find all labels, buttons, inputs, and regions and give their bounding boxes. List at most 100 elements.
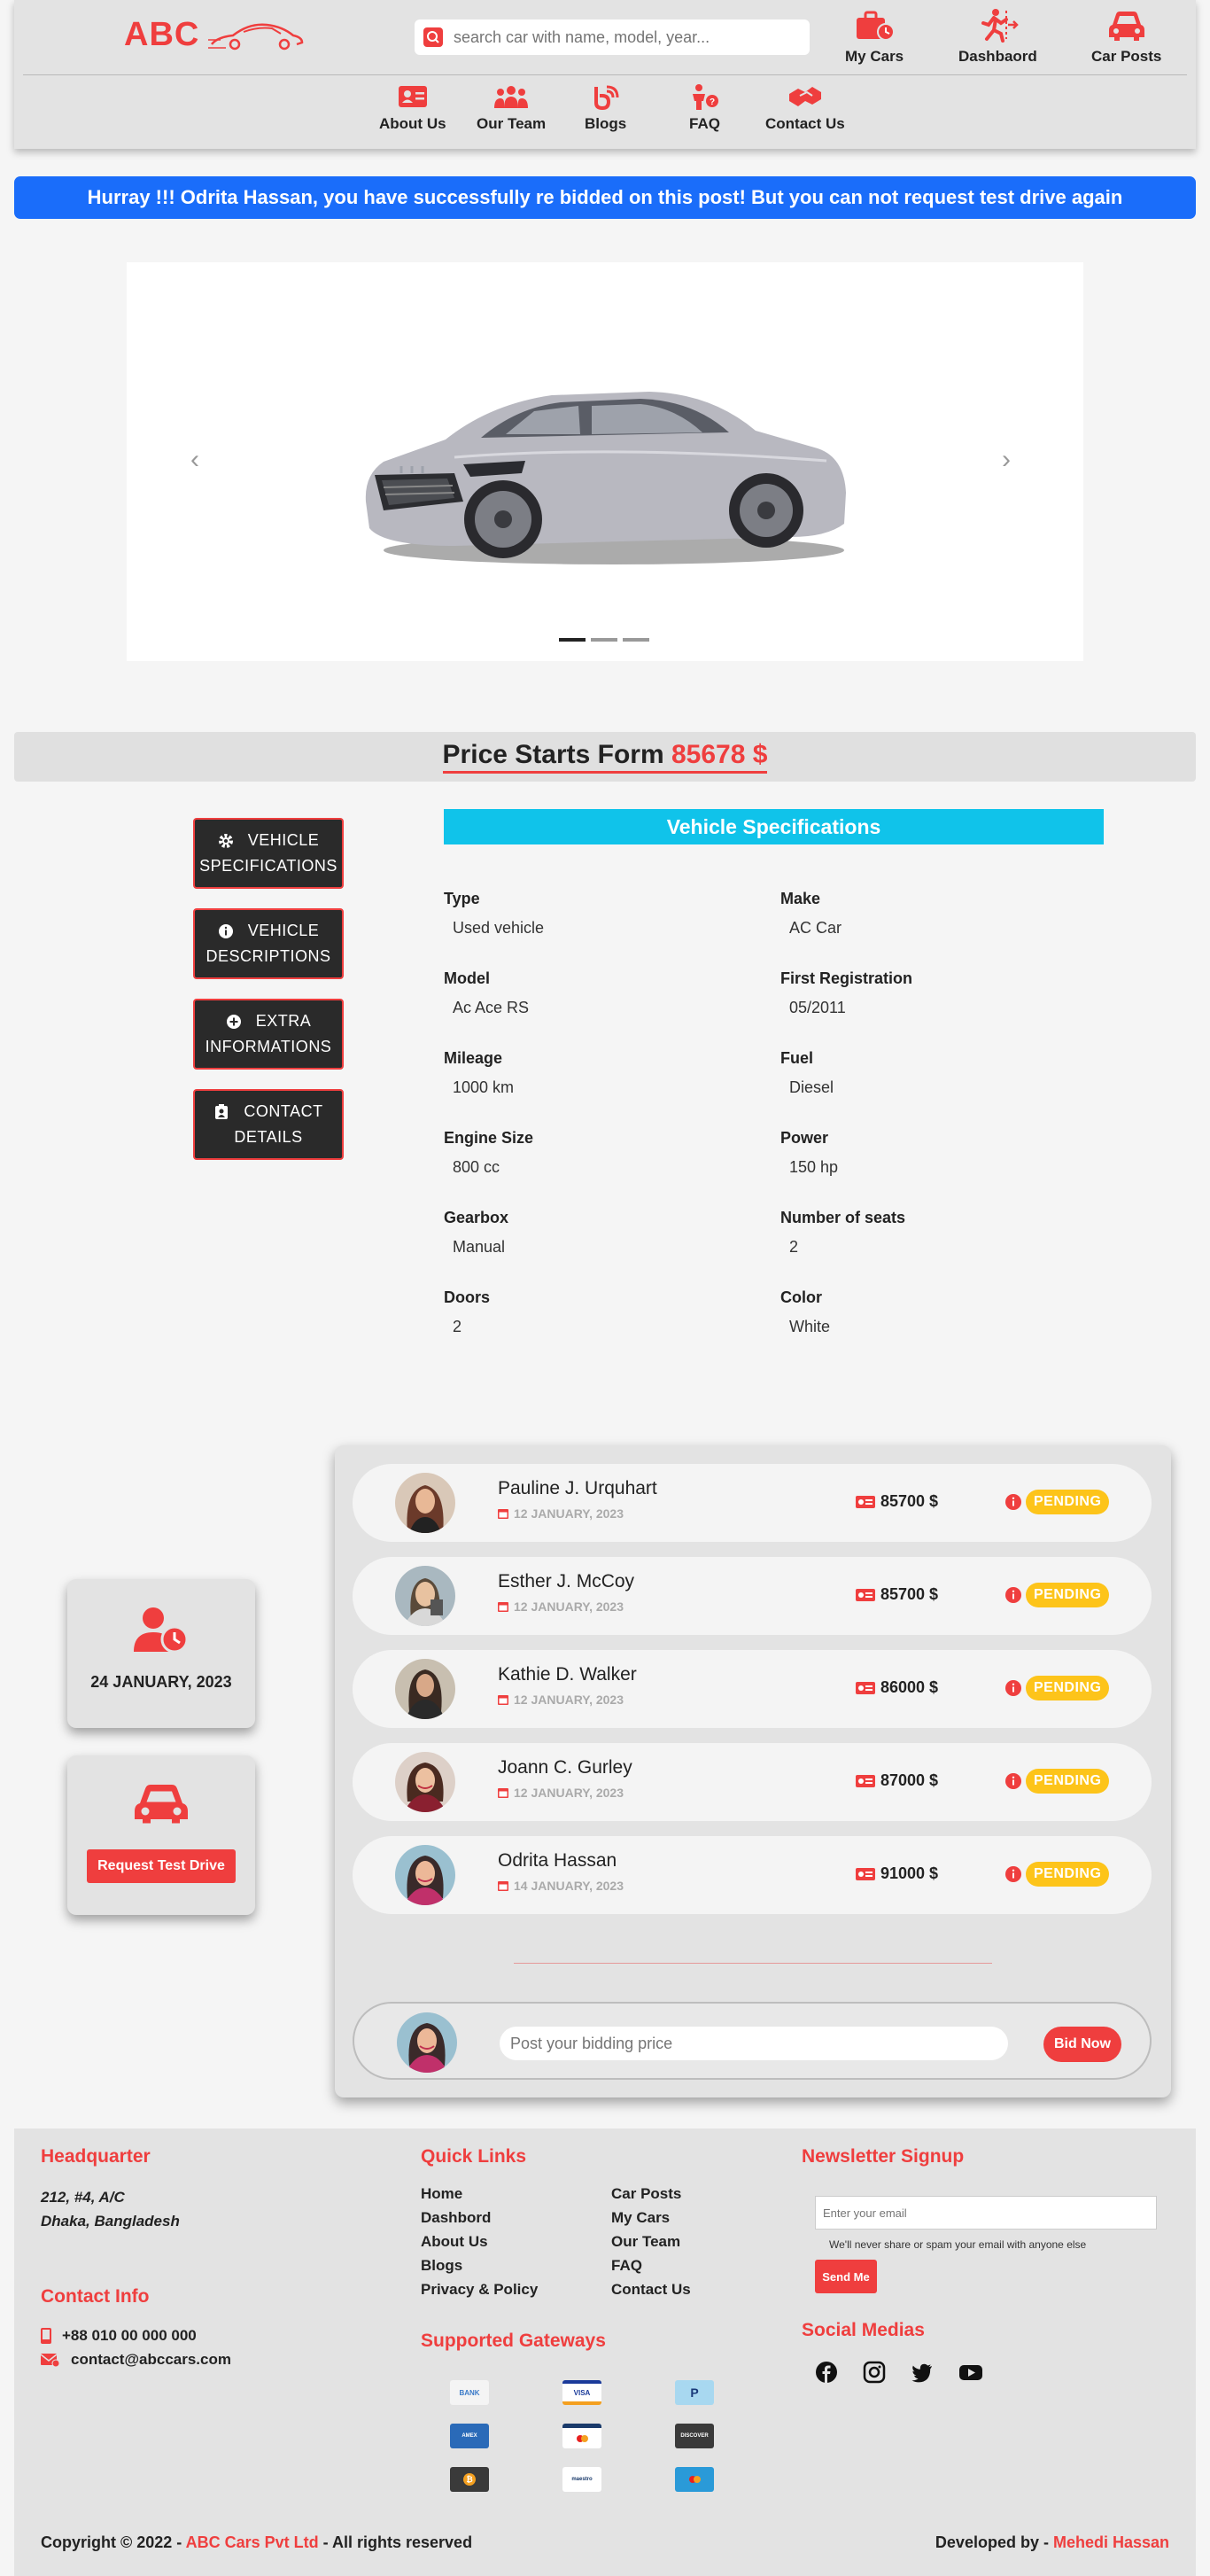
avatar <box>395 1845 455 1905</box>
spec-key: Type <box>444 890 480 907</box>
spec-key: Engine Size <box>444 1129 534 1147</box>
envelope-icon <box>41 2354 60 2367</box>
vehicle-specifications-button[interactable]: VEHICLE SPECIFICATIONS <box>193 818 344 889</box>
spec-button-line1: VEHICLE <box>247 831 320 850</box>
contact-phone-text: +88 010 00 000 000 <box>62 2327 197 2344</box>
extra-informations-button[interactable]: EXTRA INFORMATIONS <box>193 999 344 1070</box>
nav-faq[interactable]: ? FAQ <box>689 83 720 133</box>
spec-item: Mileage 1000 km <box>444 1049 763 1097</box>
spec-value: Manual <box>453 1238 506 1256</box>
carousel-indicator[interactable] <box>623 638 649 642</box>
spec-value: 800 cc <box>453 1158 500 1176</box>
footer-link-privacy-policy[interactable]: Privacy & Policy <box>421 2281 538 2299</box>
nav-contact-us[interactable]: Contact Us <box>765 83 845 133</box>
spec-value: Used vehicle <box>453 919 545 937</box>
avatar <box>395 1659 455 1719</box>
bid-amount-text: 86000 $ <box>880 1678 939 1696</box>
nav-blogs[interactable]: Blogs <box>585 83 626 133</box>
spec-value: White <box>789 1318 831 1335</box>
nav-car-posts[interactable]: Car Posts <box>1091 7 1161 66</box>
mastercard-gateway-icon <box>562 2424 601 2448</box>
info-icon[interactable] <box>1004 1865 1022 1883</box>
bid-price-input[interactable] <box>500 2027 1008 2060</box>
carousel-prev-button[interactable]: ‹ <box>190 445 199 475</box>
nav-about-us[interactable]: About Us <box>379 83 446 133</box>
bid-status: PENDING <box>1004 1862 1110 1887</box>
logo[interactable]: ABC <box>124 16 306 54</box>
bid-amount-text: 85700 $ <box>880 1585 939 1603</box>
bank-gateway-icon: BANK <box>450 2380 489 2405</box>
spec-item: Number of seats 2 <box>780 1209 1099 1257</box>
bid-now-button[interactable]: Bid Now <box>1043 2027 1121 2062</box>
send-me-button[interactable]: Send Me <box>815 2260 877 2293</box>
handshake-icon <box>787 83 823 110</box>
bidder-name: Joann C. Gurley <box>498 1757 632 1778</box>
bid-date: 14 JANUARY, 2023 <box>498 1879 624 1893</box>
footer-link-my-cars[interactable]: My Cars <box>611 2209 670 2227</box>
bid-date: 12 JANUARY, 2023 <box>498 1506 624 1521</box>
spec-button-line2: INFORMATIONS <box>205 1038 332 1055</box>
nav-our-team[interactable]: Our Team <box>477 83 546 133</box>
spec-item: First Registration 05/2011 <box>780 969 1099 1017</box>
paypal-gateway-icon: P <box>675 2380 714 2405</box>
copyright-prefix: Copyright © 2022 - <box>41 2533 186 2551</box>
vehicle-descriptions-button[interactable]: VEHICLE DESCRIPTIONS <box>193 908 344 979</box>
carousel-indicator[interactable] <box>591 638 617 642</box>
carousel-indicator[interactable] <box>559 638 586 642</box>
facebook-icon[interactable] <box>815 2361 838 2384</box>
site-footer: Headquarter 212, #4, A/C Dhaka, Banglade… <box>14 2129 1196 2576</box>
twitter-icon[interactable] <box>911 2361 934 2384</box>
price-bar: Price Starts Form 85678 $ <box>14 732 1196 782</box>
post-date-card: 24 JANUARY, 2023 <box>67 1579 255 1728</box>
card-gateway-icon <box>675 2467 714 2492</box>
company-link[interactable]: ABC Cars Pvt Ltd <box>186 2533 319 2551</box>
footer-link-contact-us[interactable]: Contact Us <box>611 2281 691 2299</box>
logo-car-icon <box>208 18 306 53</box>
avatar <box>395 1566 455 1626</box>
contact-details-button[interactable]: CONTACT DETAILS <box>193 1089 344 1160</box>
spec-key: Number of seats <box>780 1209 906 1226</box>
copyright: Copyright © 2022 - ABC Cars Pvt Ltd - Al… <box>41 2533 472 2552</box>
hq-address-line1: 212, #4, A/C <box>41 2189 125 2206</box>
search-input[interactable] <box>454 27 790 47</box>
car-icon <box>132 1782 190 1825</box>
plus-circle-icon <box>226 1014 242 1030</box>
spec-button-line2: SPECIFICATIONS <box>199 857 337 875</box>
price-heading: Price Starts Form 85678 $ <box>442 740 768 774</box>
bid-date: 12 JANUARY, 2023 <box>498 1786 624 1800</box>
spec-key: First Registration <box>780 969 913 987</box>
developer-credit: Developed by - Mehedi Hassan <box>935 2533 1169 2552</box>
youtube-icon[interactable] <box>958 2361 982 2384</box>
footer-link-about-us[interactable]: About Us <box>421 2233 488 2251</box>
footer-link-faq[interactable]: FAQ <box>611 2257 642 2275</box>
footer-link-blogs[interactable]: Blogs <box>421 2257 462 2275</box>
avatar <box>395 1473 455 1533</box>
briefcase-clock-icon <box>853 7 896 43</box>
nav-dashboard[interactable]: Dashbaord <box>958 7 1037 66</box>
spec-item: Power 150 hp <box>780 1129 1099 1177</box>
request-test-drive-button[interactable]: Request Test Drive <box>87 1849 236 1883</box>
info-icon[interactable] <box>1004 1493 1022 1511</box>
spec-key: Mileage <box>444 1049 503 1067</box>
carousel-next-button[interactable]: › <box>1002 445 1011 475</box>
status-badge: PENDING <box>1026 1676 1110 1700</box>
footer-link-home[interactable]: Home <box>421 2185 462 2203</box>
status-badge: PENDING <box>1026 1583 1110 1607</box>
footer-link-our-team[interactable]: Our Team <box>611 2233 680 2251</box>
developer-link[interactable]: Mehedi Hassan <box>1053 2533 1169 2551</box>
spec-value: AC Car <box>789 919 842 937</box>
info-icon[interactable] <box>1004 1679 1022 1697</box>
footer-link-car-posts[interactable]: Car Posts <box>611 2185 681 2203</box>
supported-gateways-title: Supported Gateways <box>421 2331 606 2351</box>
info-icon[interactable] <box>1004 1772 1022 1790</box>
footer-link-dashboard[interactable]: Dashbord <box>421 2209 491 2227</box>
nav-my-cars[interactable]: My Cars <box>845 7 904 66</box>
bid-amount: 85700 $ <box>856 1585 938 1604</box>
bidder-name: Esther J. McCoy <box>498 1571 635 1592</box>
status-badge: PENDING <box>1026 1862 1110 1887</box>
newsletter-email-input[interactable] <box>815 2196 1157 2230</box>
quick-links-title: Quick Links <box>421 2146 527 2167</box>
info-icon[interactable] <box>1004 1586 1022 1604</box>
bid-row: Esther J. McCoy 12 JANUARY, 2023 85700 $… <box>353 1557 1152 1635</box>
instagram-icon[interactable] <box>863 2361 886 2384</box>
